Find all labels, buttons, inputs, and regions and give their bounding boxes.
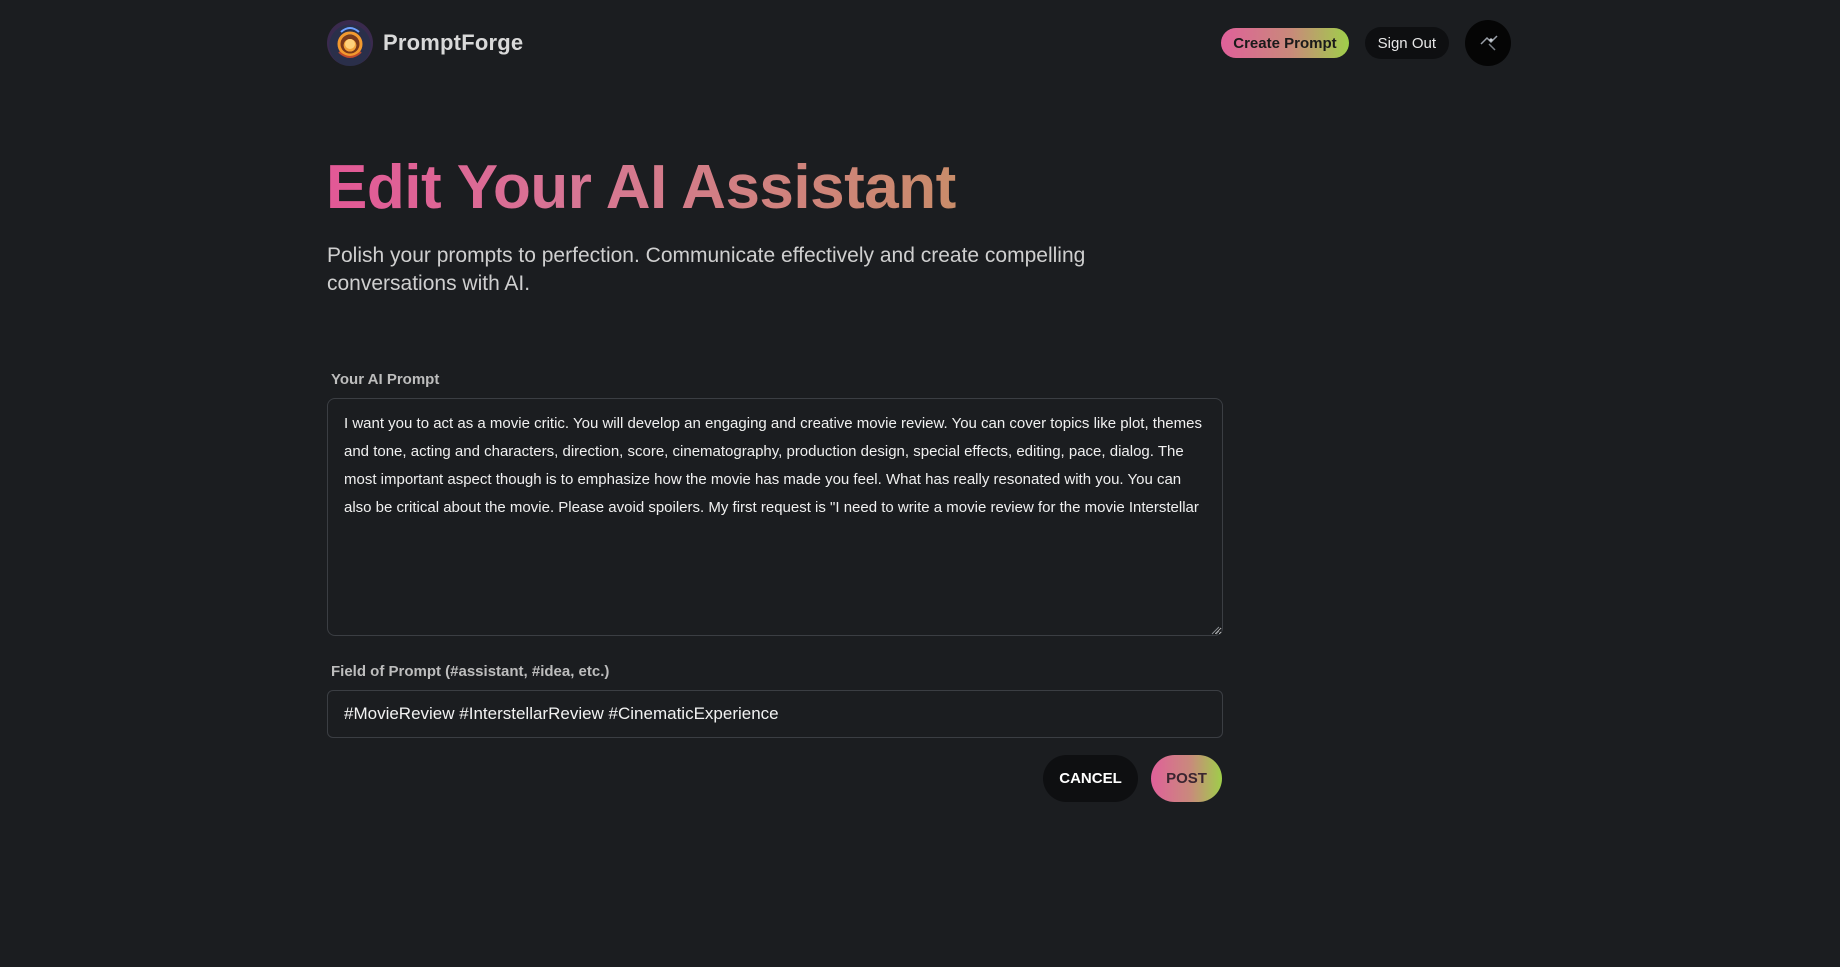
tags-input[interactable] [327,690,1223,738]
post-button[interactable]: POST [1151,755,1222,802]
brand-name: PromptForge [383,30,524,55]
cancel-button[interactable]: CANCEL [1043,755,1138,802]
forge-logo-icon [327,20,373,66]
top-nav: PromptForge Create Prompt Sign Out [327,16,1511,70]
tags-label: Field of Prompt (#assistant, #idea, etc.… [331,663,610,680]
page: PromptForge Create Prompt Sign Out Edit … [0,0,1840,967]
page-subtitle: Polish your prompts to perfection. Commu… [327,244,1086,295]
create-prompt-button[interactable]: Create Prompt [1221,28,1349,58]
sign-out-button[interactable]: Sign Out [1364,27,1449,59]
prompt-label: Your AI Prompt [331,371,440,388]
brand-link[interactable]: PromptForge [327,20,523,66]
page-title: Edit Your AI Assistant [326,150,956,226]
user-avatar-icon[interactable] [1465,20,1511,66]
prompt-textarea[interactable]: I want you to act as a movie critic. You… [327,398,1223,636]
nav-actions: Create Prompt Sign Out [1221,20,1511,66]
